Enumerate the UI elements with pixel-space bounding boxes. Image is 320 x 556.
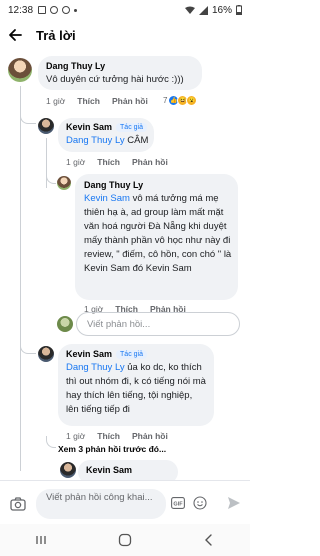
thread-connector — [20, 110, 36, 124]
root-comment-author[interactable]: Dang Thuy Ly — [46, 61, 105, 71]
send-icon — [228, 497, 240, 509]
system-icons: 16% — [184, 4, 242, 16]
sticker-icon — [193, 496, 207, 510]
battery-text: 16% — [211, 4, 232, 16]
battery-icon — [236, 5, 242, 15]
author-badge: Tác giả — [116, 123, 147, 132]
back-button[interactable] — [8, 25, 28, 45]
avatar-dang-thuy-ly[interactable] — [8, 58, 32, 82]
nav-back-icon[interactable] — [203, 534, 215, 546]
thread-connector — [46, 170, 56, 184]
reaction-count: 7 — [163, 96, 168, 105]
reply-1-time: 1 giờ — [66, 157, 86, 167]
reply-3-reply-button[interactable]: Phản hồi — [132, 431, 168, 441]
public-reply-input[interactable]: Viết phản hồi công khai... — [36, 489, 166, 519]
notification-icons — [38, 6, 78, 14]
reply-3-meta: 1 giờ Thích Phản hồi — [66, 431, 168, 441]
see-previous-replies-link[interactable]: Xem 3 phản hồi trước đó... — [58, 444, 166, 454]
page-title: Trả lời — [36, 27, 76, 43]
thread-line — [20, 86, 21, 471]
reply-2-text: Kevin Sam vô má tưởng má mẹ thiên hạ à, … — [84, 192, 234, 276]
reply-3-like-button[interactable]: Thích — [97, 431, 120, 441]
reply-1-author-name[interactable]: Kevin Sam — [66, 122, 112, 132]
messenger-icon — [62, 6, 71, 14]
author-badge: Tác giả — [116, 350, 147, 359]
root-reactions[interactable]: 7 👍 😆 😮 — [163, 95, 198, 106]
root-like-button[interactable]: Thích — [77, 96, 100, 106]
more-notifications-icon — [74, 8, 78, 12]
reply-1-text: Dang Thuy Ly CÂM — [66, 134, 148, 148]
root-comment-time: 1 giờ — [46, 96, 66, 106]
wow-reaction-icon: 😮 — [186, 95, 198, 106]
nested-reply-placeholder: Viết phản hồi... — [87, 318, 151, 330]
mention-link[interactable]: Dang Thuy Ly — [66, 362, 125, 373]
signal-icon — [198, 5, 208, 15]
home-icon[interactable] — [118, 533, 132, 547]
reply-2-author[interactable]: Dang Thuy Ly — [84, 180, 143, 190]
reply-3-time: 1 giờ — [66, 431, 86, 441]
reply-3-text: Dang Thuy Ly ủa ko dc, ko thích thì out … — [66, 361, 206, 417]
current-user-avatar — [57, 316, 73, 332]
sticker-button[interactable] — [192, 495, 208, 511]
avatar-dang-thuy-ly[interactable] — [57, 176, 71, 190]
avatar-kevin-sam[interactable] — [38, 118, 54, 134]
root-comment-text: Vô duyên cứ tưởng hài hước :))) — [46, 74, 184, 85]
reply-1-meta: 1 giờ Thích Phản hồi — [66, 157, 168, 167]
comment-composer: Viết phản hồi công khai... GIF — [0, 480, 250, 524]
avatar-kevin-sam[interactable] — [60, 462, 76, 478]
avatar-kevin-sam[interactable] — [38, 346, 54, 362]
root-reply-button[interactable]: Phản hồi — [112, 96, 148, 106]
notification-icon — [50, 6, 59, 14]
reply-4-author[interactable]: Kevin Sam — [86, 465, 132, 475]
reply-3-author[interactable]: Kevin Sam Tác giả — [66, 349, 147, 359]
reply-2-body: vô má tưởng má mẹ thiên hạ à, ad group l… — [84, 193, 232, 274]
thread-connector — [46, 436, 56, 448]
system-nav-bar — [0, 524, 250, 556]
svg-text:GIF: GIF — [173, 502, 183, 508]
reply-1-like-button[interactable]: Thích — [97, 157, 120, 167]
recent-apps-icon[interactable] — [35, 534, 47, 546]
back-arrow-icon — [9, 29, 22, 41]
app-header: Trả lời — [0, 20, 250, 50]
notification-icon — [38, 6, 47, 14]
reply-1-author[interactable]: Kevin Sam Tác giả — [66, 122, 147, 132]
thread-connector — [20, 340, 36, 354]
root-comment-meta: 1 giờ Thích Phản hồi — [46, 96, 148, 106]
mention-link[interactable]: Dang Thuy Ly — [66, 135, 125, 146]
gif-icon: GIF — [171, 497, 185, 509]
gif-button[interactable]: GIF — [170, 495, 186, 511]
camera-icon — [10, 497, 26, 511]
camera-button[interactable] — [8, 495, 28, 513]
send-button[interactable] — [226, 495, 242, 511]
nested-reply-input[interactable]: Viết phản hồi... — [76, 312, 240, 336]
reply-1-body: CÂM — [124, 135, 149, 146]
public-reply-placeholder: Viết phản hồi công khai... — [46, 492, 153, 503]
status-time: 12:38 — [8, 4, 34, 16]
mention-link[interactable]: Kevin Sam — [84, 193, 130, 204]
reply-1-reply-button[interactable]: Phản hồi — [132, 157, 168, 167]
status-bar: 12:38 16% — [0, 0, 250, 20]
reply-3-author-name[interactable]: Kevin Sam — [66, 349, 112, 359]
wifi-icon — [184, 6, 195, 14]
